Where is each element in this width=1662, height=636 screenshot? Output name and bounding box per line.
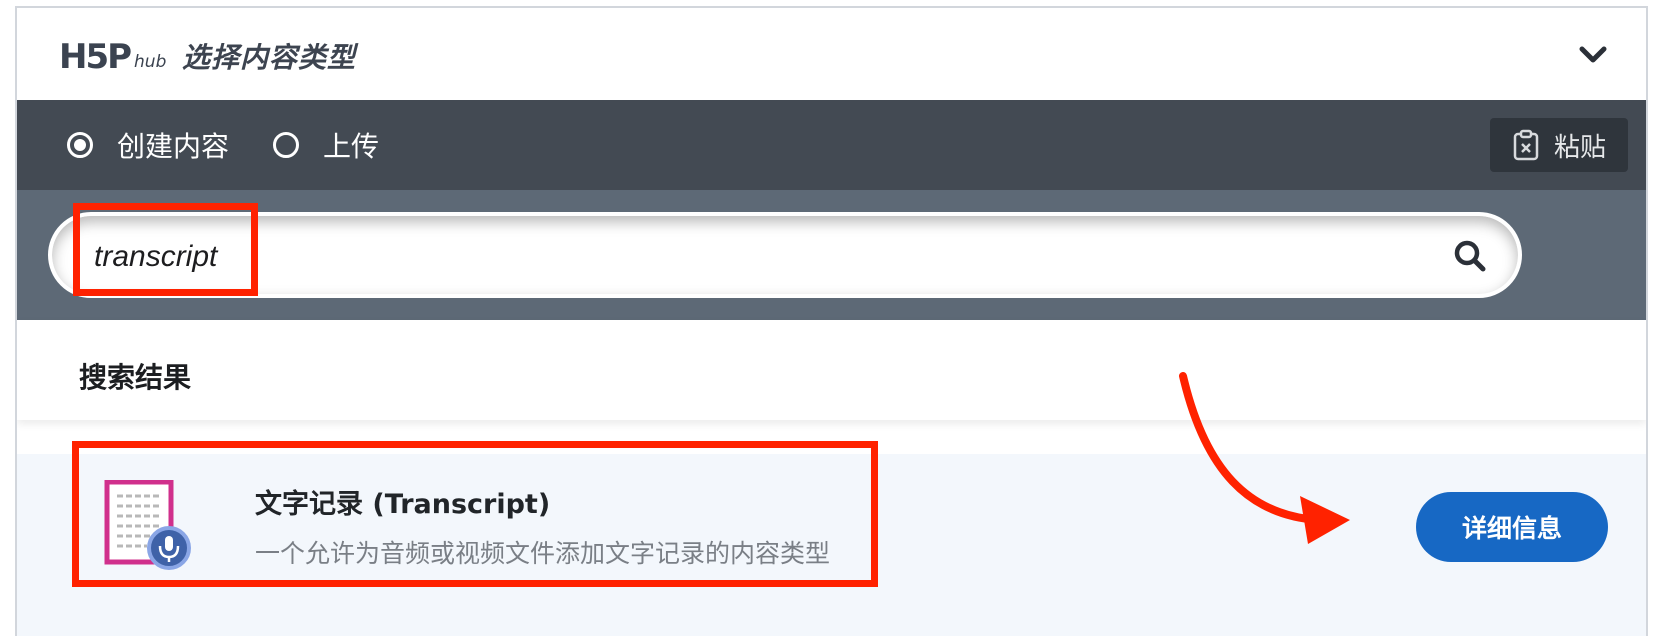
details-button[interactable]: 详细信息 xyxy=(1416,492,1608,562)
search-band xyxy=(17,190,1646,320)
logo-h5p: H5P xyxy=(59,37,132,77)
logo-hub: hub xyxy=(134,52,167,72)
paste-button-label: 粘贴 xyxy=(1553,132,1606,163)
hub-header[interactable]: H5P hub 选择内容类型 xyxy=(17,8,1646,101)
search-input[interactable] xyxy=(92,234,1436,280)
results-header: 搜索结果 xyxy=(17,320,1646,420)
paste-button[interactable]: 粘贴 xyxy=(1490,118,1628,172)
radio-selected-icon[interactable] xyxy=(67,132,93,158)
hub-title: 选择内容类型 xyxy=(182,41,357,74)
content-type-name[interactable]: 文字记录 (Transcript) xyxy=(255,482,550,521)
clipboard-icon xyxy=(1512,129,1540,161)
content-type-description: 一个允许为音频或视频文件添加文字记录的内容类型 xyxy=(255,539,831,568)
h5p-hub-panel: H5P hub 选择内容类型 创建内容 上传 粘贴 transcript 搜索结… xyxy=(15,6,1648,636)
radio-unselected-icon[interactable] xyxy=(273,132,299,158)
h5p-hub-logo: H5P hub xyxy=(59,34,166,74)
transcript-icon xyxy=(103,479,195,572)
tab-create-content-label: 创建内容 xyxy=(117,130,230,163)
microphone-icon xyxy=(147,526,191,570)
result-list: 文字记录 (Transcript) 一个允许为音频或视频文件添加文字记录的内容类… xyxy=(17,420,1646,636)
chevron-down-icon[interactable] xyxy=(1576,38,1610,72)
list-item[interactable]: 文字记录 (Transcript) 一个允许为音频或视频文件添加文字记录的内容类… xyxy=(17,454,1646,636)
results-title: 搜索结果 xyxy=(79,361,192,394)
search-icon[interactable] xyxy=(1452,238,1488,274)
search-box[interactable] xyxy=(48,212,1522,298)
tab-upload[interactable]: 上传 xyxy=(273,100,379,190)
tab-upload-label: 上传 xyxy=(323,130,380,163)
tab-bar: 创建内容 上传 粘贴 xyxy=(17,100,1646,190)
tab-create-content[interactable]: 创建内容 xyxy=(67,100,229,190)
